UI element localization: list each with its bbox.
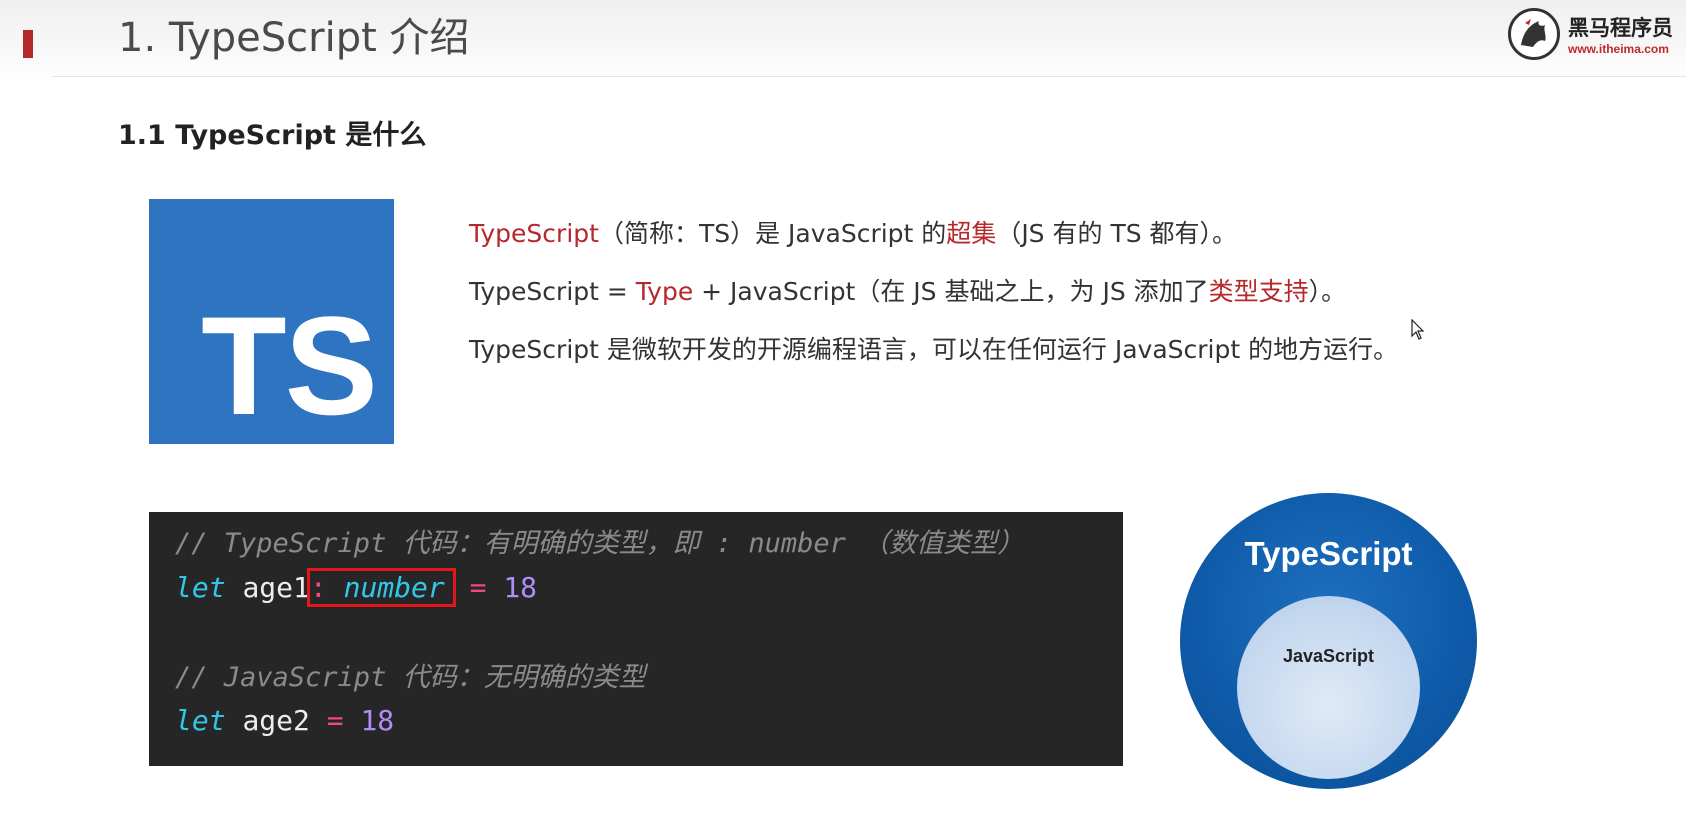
typescript-logo-text: TS xyxy=(201,287,378,444)
code-operator: = xyxy=(326,704,344,737)
code-keyword: let xyxy=(175,704,226,737)
header-divider xyxy=(52,76,1686,77)
logo-url: www.itheima.com xyxy=(1568,42,1669,56)
section-heading: 1.1 TypeScript 是什么 xyxy=(118,120,427,151)
code-operator: = xyxy=(469,571,487,604)
description-text: TypeScript = xyxy=(469,277,636,306)
description-line-1: TypeScript（简称：TS）是 JavaScript 的超集（JS 有的 … xyxy=(469,216,1237,252)
description-text: ）。 xyxy=(1308,277,1347,306)
javascript-circle-label: JavaScript xyxy=(1282,646,1375,666)
code-line: let age2 = 18 xyxy=(175,701,394,741)
code-block: // TypeScript 代码：有明确的类型，即 : number （数值类型… xyxy=(149,512,1123,766)
superset-diagram: TypeScript JavaScript xyxy=(1180,493,1477,789)
code-number: 18 xyxy=(503,571,538,604)
javascript-circle: JavaScript xyxy=(1237,596,1420,779)
horse-logo-icon xyxy=(1508,8,1560,60)
logo-name: 黑马程序员 xyxy=(1568,16,1673,40)
superset-highlight: 超集 xyxy=(946,219,997,248)
type-highlight: Type xyxy=(635,277,694,306)
description-text: （简称：TS）是 JavaScript 的 xyxy=(598,219,947,248)
title-accent-mark xyxy=(23,30,33,58)
mouse-cursor-icon xyxy=(1411,319,1425,340)
code-line: let age1: number = 18 xyxy=(175,568,537,608)
type-annotation-highlight: : number xyxy=(306,568,456,607)
page-title: 1. TypeScript 介绍 xyxy=(118,15,470,61)
code-keyword: let xyxy=(175,571,226,604)
description-line-2: TypeScript = Type + JavaScript（在 JS 基础之上… xyxy=(469,274,1346,310)
typescript-logo: TS xyxy=(149,199,394,444)
description-text: + JavaScript（在 JS 基础之上，为 JS 添加了 xyxy=(693,277,1209,306)
code-colon: : xyxy=(309,571,327,604)
typescript-highlight: TypeScript xyxy=(469,219,599,248)
typescript-circle-label: TypeScript xyxy=(1244,535,1413,572)
code-comment: // JavaScript 代码：无明确的类型 xyxy=(175,662,646,693)
description-line-3: TypeScript 是微软开发的开源编程语言，可以在任何运行 JavaScri… xyxy=(469,335,1399,364)
code-identifier: age1 xyxy=(242,571,310,604)
description-text: （JS 有的 TS 都有）。 xyxy=(996,219,1238,248)
code-type: number xyxy=(343,571,445,604)
typescript-circle: TypeScript JavaScript xyxy=(1180,493,1477,789)
slide: 1. TypeScript 介绍 黑马程序员 www.itheima.com 1… xyxy=(0,0,1686,836)
code-identifier: age2 xyxy=(242,704,310,737)
type-support-highlight: 类型支持 xyxy=(1208,277,1309,306)
code-comment: // TypeScript 代码：有明确的类型，即 : number （数值类型… xyxy=(175,528,1025,559)
code-number: 18 xyxy=(360,704,395,737)
brand-logo: 黑马程序员 www.itheima.com xyxy=(1508,4,1684,66)
